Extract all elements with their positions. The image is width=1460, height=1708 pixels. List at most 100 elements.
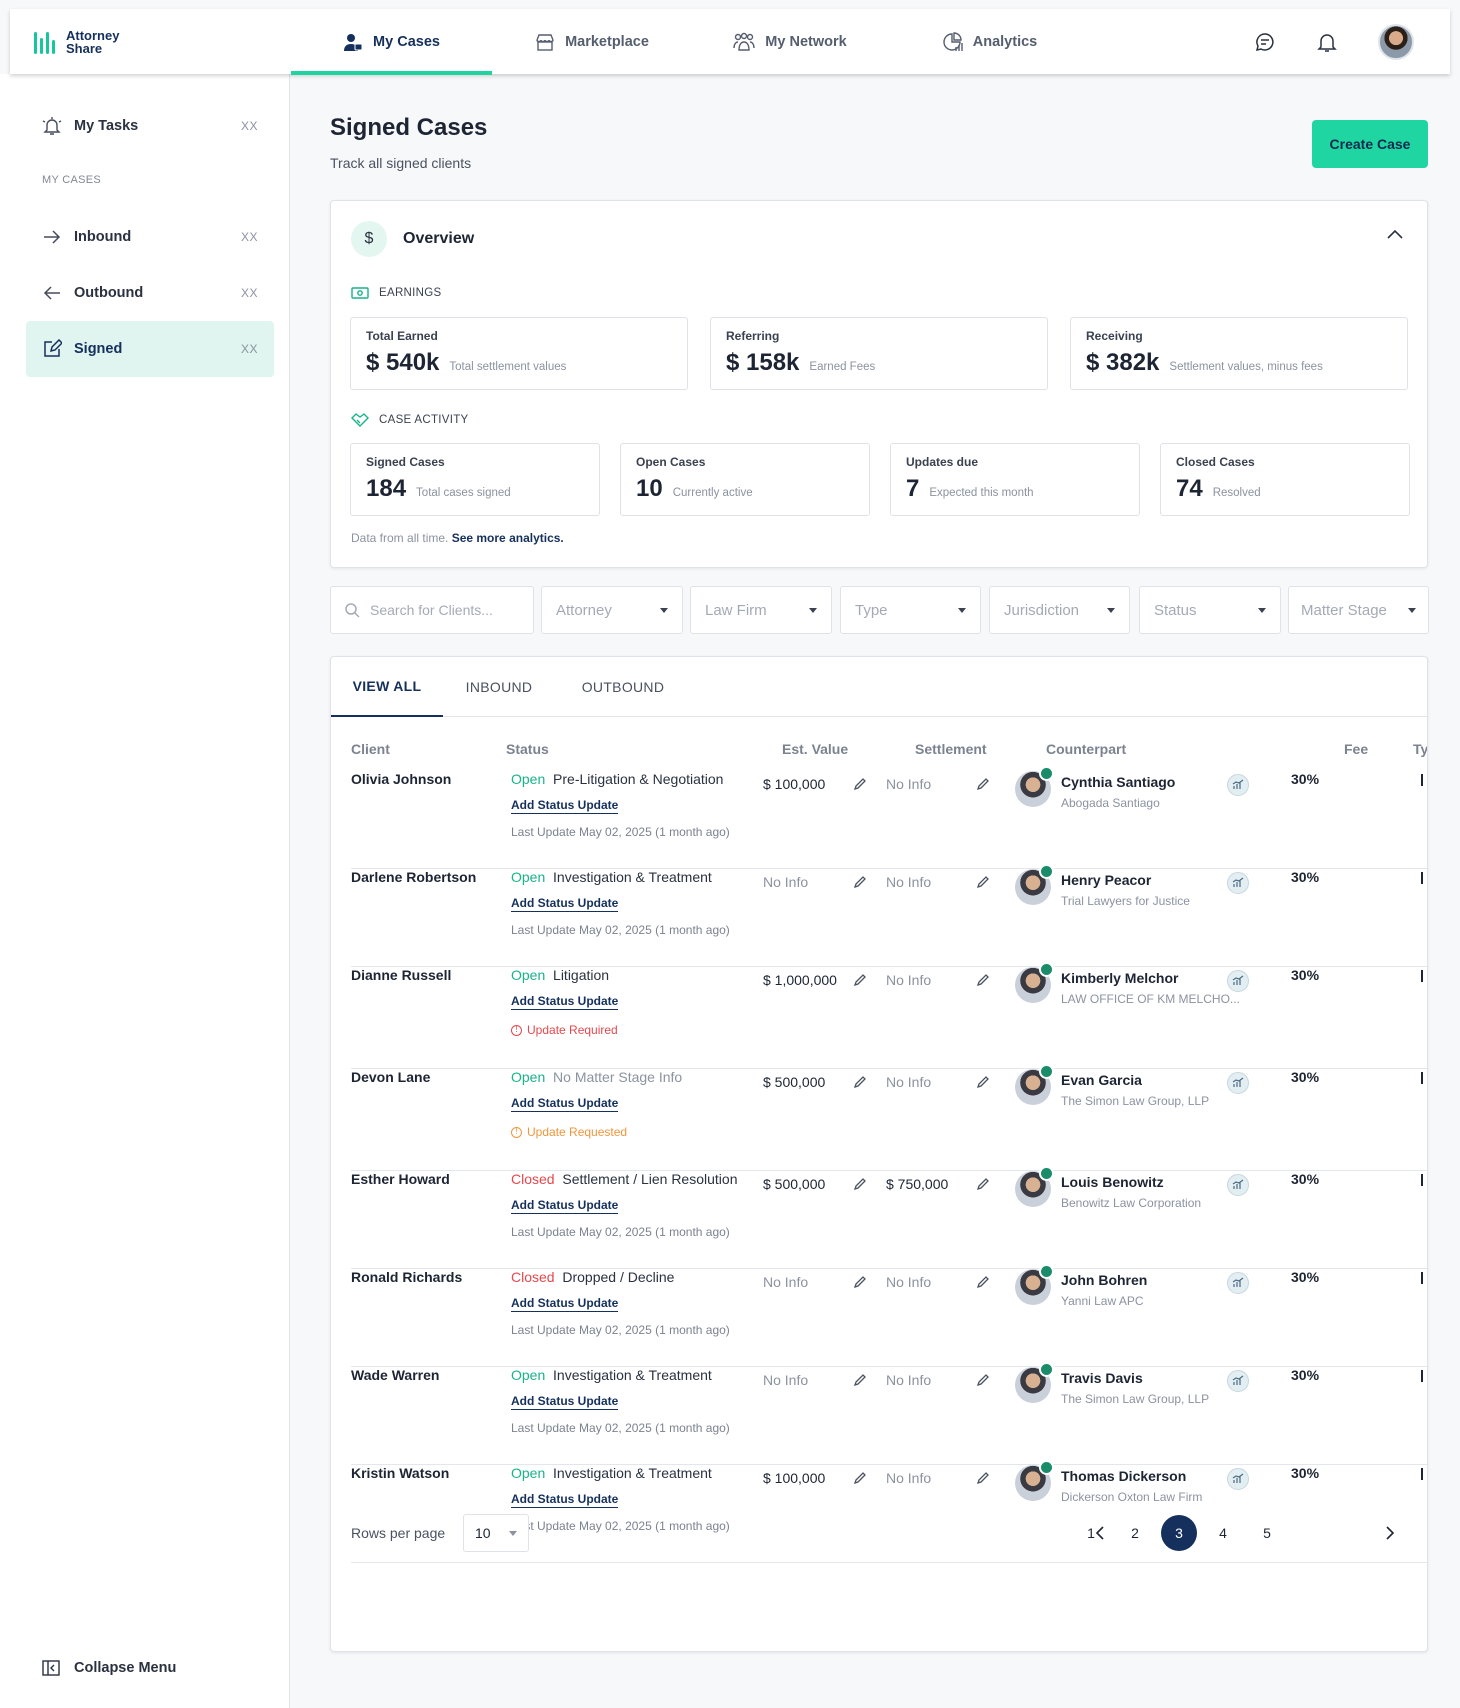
filter-jurisdiction[interactable]: Jurisdiction [989,586,1130,634]
filter-attorney[interactable]: Attorney [541,586,683,634]
edit-est-value-pencil-icon[interactable] [853,876,866,892]
column-header-type[interactable]: Typ [1413,741,1427,757]
edit-settlement-pencil-icon[interactable] [976,876,989,892]
sidebar-item-outbound[interactable]: Outbound XX [26,265,274,321]
nav-tab-my-network[interactable]: My Network [692,9,888,74]
counterpart-name[interactable]: Thomas Dickerson [1061,1468,1186,1484]
page-button-3[interactable]: 3 [1161,1515,1197,1551]
next-page-icon[interactable] [1385,1526,1395,1540]
search-input[interactable]: Search for Clients... [330,586,534,634]
add-status-update-link[interactable]: Add Status Update [511,1394,619,1410]
client-name[interactable]: Darlene Robertson [351,869,476,885]
filter-status[interactable]: Status [1139,586,1281,634]
table-row[interactable]: Esther Howard Closed Settlement / Lien Re… [331,1166,1427,1269]
add-status-update-link[interactable]: Add Status Update [511,896,619,912]
counterpart-name[interactable]: Kimberly Melchor [1061,970,1178,986]
edit-est-value-pencil-icon[interactable] [853,974,866,990]
matter-stage: Investigation & Treatment [553,1367,712,1383]
analytics-chart-icon[interactable] [1227,970,1249,992]
edit-est-value-pencil-icon[interactable] [853,1178,866,1194]
tab-outbound[interactable]: OUTBOUND [555,657,691,717]
counterpart-firm: The Simon Law Group, LLP [1061,1094,1210,1108]
client-name[interactable]: Dianne Russell [351,967,451,983]
counterpart-name[interactable]: Louis Benowitz [1061,1174,1164,1190]
logo[interactable]: Attorney Share [10,9,291,74]
client-name[interactable]: Kristin Watson [351,1465,449,1481]
add-status-update-link[interactable]: Add Status Update [511,1296,619,1312]
chevron-up-icon[interactable] [1387,229,1403,239]
sidebar-item-my-tasks[interactable]: My Tasks XX [26,98,274,154]
analytics-chart-icon[interactable] [1227,1370,1249,1392]
column-header-client[interactable]: Client [351,741,390,757]
counterpart-name[interactable]: John Bohren [1061,1272,1147,1288]
edit-settlement-pencil-icon[interactable] [976,1076,989,1092]
add-status-update-link[interactable]: Add Status Update [511,1096,619,1112]
edit-settlement-pencil-icon[interactable] [976,1472,989,1488]
column-header-est-value[interactable]: Est. Value [782,741,848,757]
add-status-update-link[interactable]: Add Status Update [511,1198,619,1214]
table-row[interactable]: Wade Warren Open Investigation & Treatmen… [331,1362,1427,1465]
column-header-counterpart[interactable]: Counterpart [1046,741,1126,757]
page-button-4[interactable]: 4 [1205,1515,1241,1551]
page-button-2[interactable]: 2 [1117,1515,1153,1551]
table-row[interactable]: Darlene Robertson Open Investigation & Tr… [331,864,1427,967]
earnings-label-text: EARNINGS [379,287,442,299]
nav-tab-marketplace[interactable]: Marketplace [492,9,692,74]
analytics-chart-icon[interactable] [1227,1272,1249,1294]
client-name[interactable]: Esther Howard [351,1171,450,1187]
page-button-5[interactable]: 5 [1249,1515,1285,1551]
tab-inbound[interactable]: INBOUND [443,657,555,717]
collapse-menu-button[interactable]: Collapse Menu [42,1660,176,1676]
filter-law-firm[interactable]: Law Firm [690,586,832,634]
counterpart-name[interactable]: Evan Garcia [1061,1072,1142,1088]
edit-settlement-pencil-icon[interactable] [976,1276,989,1292]
edit-settlement-pencil-icon[interactable] [976,1178,989,1194]
add-status-update-link[interactable]: Add Status Update [511,1492,619,1508]
edit-est-value-pencil-icon[interactable] [853,1076,866,1092]
user-avatar[interactable] [1378,23,1414,60]
filter-matter-stage[interactable]: Matter Stage [1288,586,1429,634]
sidebar-item-signed[interactable]: Signed XX [26,321,274,377]
nav-tab-my-cases[interactable]: My Cases [291,9,492,75]
analytics-chart-icon[interactable] [1227,872,1249,894]
client-name[interactable]: Olivia Johnson [351,771,451,787]
dollar-icon: $ [351,221,387,257]
edit-settlement-pencil-icon[interactable] [976,1374,989,1390]
page-button-1[interactable]: 1 [1073,1515,1109,1551]
table-row[interactable]: Ronald Richards Closed Dropped / Decline A… [331,1264,1427,1367]
table-row[interactable]: Devon Lane Open No Matter Stage Info Add S… [331,1064,1427,1171]
analytics-chart-icon[interactable] [1227,1174,1249,1196]
edit-est-value-pencil-icon[interactable] [853,1276,866,1292]
column-header-status[interactable]: Status [506,741,549,757]
client-name[interactable]: Ronald Richards [351,1269,462,1285]
counterpart-name[interactable]: Travis Davis [1061,1370,1143,1386]
analytics-chart-icon[interactable] [1227,774,1249,796]
edit-settlement-pencil-icon[interactable] [976,778,989,794]
chat-icon[interactable] [1254,31,1276,53]
edit-est-value-pencil-icon[interactable] [853,778,866,794]
edit-est-value-pencil-icon[interactable] [853,1472,866,1488]
table-row[interactable]: Dianne Russell Open Litigation Add Status … [331,962,1427,1069]
analytics-chart-icon[interactable] [1227,1468,1249,1490]
column-header-settlement[interactable]: Settlement [915,741,987,757]
analytics-chart-icon[interactable] [1227,1072,1249,1094]
add-status-update-link[interactable]: Add Status Update [511,994,619,1010]
see-more-analytics-link[interactable]: See more analytics. [452,531,564,545]
client-name[interactable]: Wade Warren [351,1367,439,1383]
nav-tab-analytics[interactable]: Analytics [888,9,1092,74]
add-status-update-link[interactable]: Add Status Update [511,798,619,814]
client-name[interactable]: Devon Lane [351,1069,430,1085]
filter-type[interactable]: Type [840,586,981,634]
table-row[interactable]: Olivia Johnson Open Pre-Litigation & Nego… [331,766,1427,869]
edit-est-value-pencil-icon[interactable] [853,1374,866,1390]
counterpart-name[interactable]: Cynthia Santiago [1061,774,1175,790]
rows-per-page-select[interactable]: 10 [463,1514,529,1552]
edit-settlement-pencil-icon[interactable] [976,974,989,990]
tab-view-all[interactable]: VIEW ALL [331,657,443,717]
create-case-button[interactable]: Create Case [1312,120,1428,168]
overview-header[interactable]: $ Overview [351,221,474,257]
counterpart-name[interactable]: Henry Peacor [1061,872,1151,888]
bell-icon[interactable] [1316,31,1338,53]
sidebar-item-inbound[interactable]: Inbound XX [26,209,274,265]
column-header-fee[interactable]: Fee [1344,741,1368,757]
